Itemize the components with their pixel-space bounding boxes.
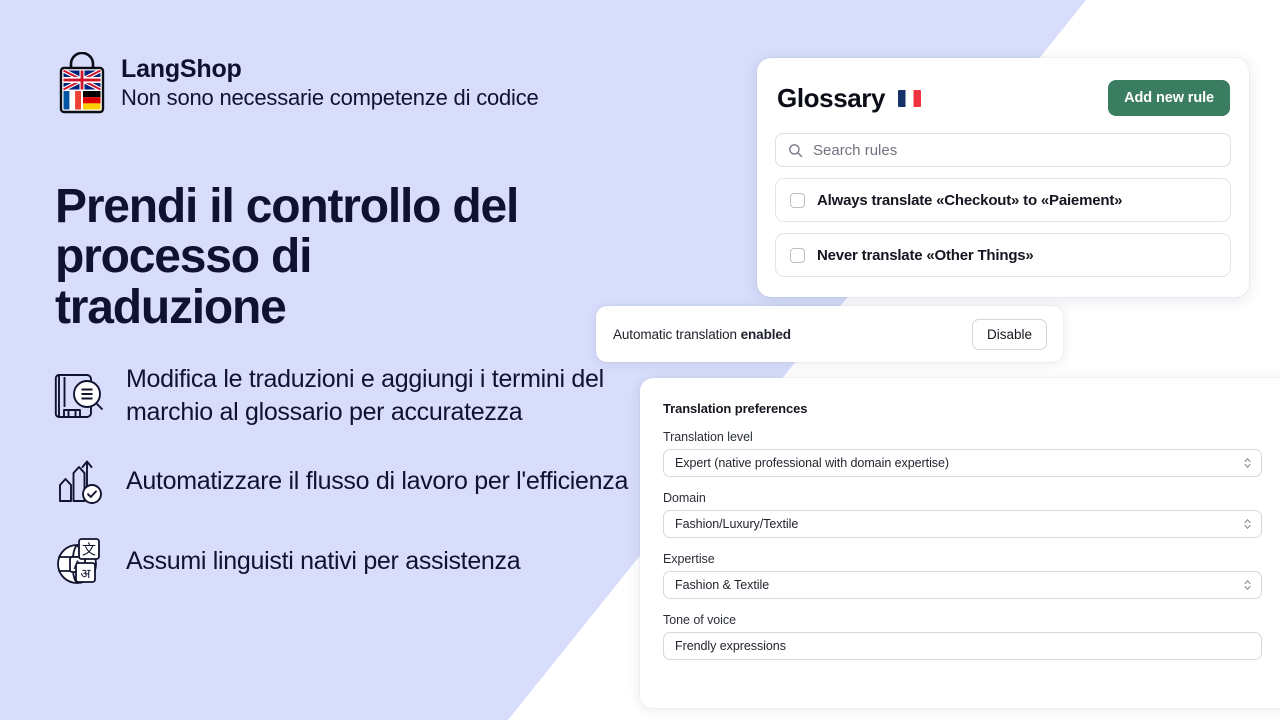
- translation-preferences-panel: Translation preferences Translation leve…: [640, 378, 1280, 708]
- search-rules-input[interactable]: [813, 141, 1218, 159]
- feature-item-label: Automatizzare il flusso di lavoro per l'…: [126, 466, 629, 495]
- feature-item-label: Assumi linguisti nativi per assistenza: [126, 546, 521, 575]
- field-label: Expertise: [663, 552, 715, 566]
- growth-arrows-check-icon: [59, 460, 102, 504]
- chevron-updown-icon: [1244, 519, 1251, 529]
- brand-tagline: Non sono necessarie competenze di codice: [121, 84, 539, 110]
- rule-checkbox[interactable]: [790, 192, 805, 208]
- translation-level-select[interactable]: Expert (native professional with domain …: [663, 449, 1262, 477]
- field-label: Tone of voice: [663, 613, 737, 627]
- svg-text:अ: अ: [81, 567, 92, 582]
- disable-button[interactable]: Disable: [971, 318, 1047, 350]
- field-value: Fashion & Textile: [675, 578, 770, 592]
- field-value: Fashion/Luxury/Textile: [675, 517, 799, 531]
- france-flag-icon: [898, 89, 922, 107]
- hero-left-column: LangShop Non sono necessarie competenze …: [0, 0, 640, 720]
- automatic-translation-bar: Automatic translation enabled Disable: [596, 306, 1063, 362]
- automatic-translation-status: Automatic translation enabled: [613, 327, 791, 342]
- svg-text:文: 文: [82, 543, 96, 559]
- rule-checkbox[interactable]: [790, 247, 805, 263]
- glossary-card: Glossary Add new rule Always translate «…: [757, 58, 1249, 297]
- chevron-updown-icon: [1244, 458, 1251, 468]
- field-domain: Domain Fashion/Luxury/Textile: [663, 491, 1262, 538]
- feature-item-glossary: Modifica le traduzioni e aggiungi i term…: [52, 363, 632, 429]
- automatic-translation-prefix: Automatic translation: [613, 326, 741, 342]
- brand-text-block: LangShop Non sono necessarie competenze …: [121, 55, 539, 111]
- field-value: Frendly expressions: [675, 639, 786, 653]
- shopping-bag-flags-icon: [59, 52, 105, 114]
- field-expertise: Expertise Fashion & Textile: [663, 552, 1262, 599]
- field-label: Domain: [663, 491, 706, 505]
- landing-page: LangShop Non sono necessarie competenze …: [0, 0, 1280, 720]
- add-new-rule-button[interactable]: Add new rule: [1108, 80, 1230, 116]
- field-tone-of-voice: Tone of voice Frendly expressions: [663, 613, 1262, 660]
- brand-name: LangShop: [121, 54, 242, 83]
- field-label: Translation level: [663, 430, 753, 444]
- preferences-title: Translation preferences: [663, 401, 808, 416]
- brand-header: LangShop Non sono necessarie competenze …: [57, 52, 539, 114]
- translate-globe-icon: A 文 अ: [57, 538, 100, 584]
- tone-of-voice-input[interactable]: Frendly expressions: [663, 632, 1262, 660]
- glossary-rule-row[interactable]: Always translate «Checkout» to «Paiement…: [775, 178, 1231, 222]
- field-translation-level: Translation level Expert (native profess…: [663, 430, 1262, 477]
- expertise-select[interactable]: Fashion & Textile: [663, 571, 1262, 599]
- rule-label: Never translate «Other Things»: [817, 246, 1034, 264]
- domain-select[interactable]: Fashion/Luxury/Textile: [663, 510, 1262, 538]
- status-badge: enabled: [740, 326, 791, 342]
- chevron-updown-icon: [1244, 580, 1251, 590]
- feature-list: Modifica le traduzioni e aggiungi i term…: [52, 363, 632, 589]
- glossary-rule-row[interactable]: Never translate «Other Things»: [775, 233, 1231, 277]
- search-rules-row[interactable]: [775, 133, 1231, 167]
- book-magnifier-icon: [54, 374, 104, 418]
- feature-item-label: Modifica le traduzioni e aggiungi i term…: [126, 365, 604, 426]
- field-value: Expert (native professional with domain …: [675, 456, 950, 470]
- page-headline: Prendi il controllo del processo di trad…: [55, 180, 519, 334]
- glossary-header: Glossary Add new rule: [775, 80, 1231, 116]
- search-icon: [789, 143, 803, 157]
- glossary-title-group: Glossary: [777, 82, 922, 114]
- rule-label: Always translate «Checkout» to «Paiement…: [817, 191, 1123, 209]
- feature-item-linguists: A 文 अ Assumi linguisti nativi per assist…: [52, 533, 632, 589]
- glossary-title: Glossary: [777, 82, 886, 113]
- feature-item-automation: Automatizzare il flusso di lavoro per l'…: [52, 453, 632, 509]
